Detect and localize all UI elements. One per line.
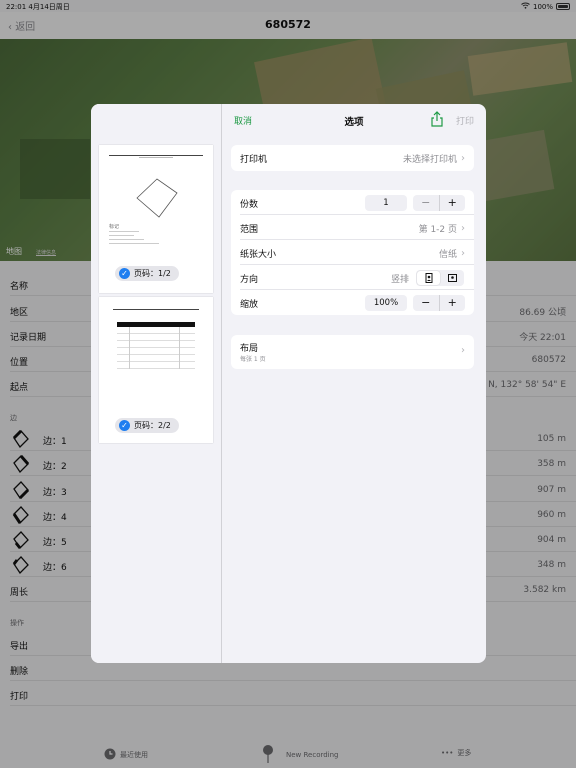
page-2-badge[interactable]: ✓ 页码：2/2 [115, 418, 179, 433]
share-icon[interactable] [430, 111, 444, 127]
scale-field[interactable]: 100% [365, 295, 407, 311]
plus-icon[interactable]: + [440, 195, 466, 211]
printer-card: 打印机 未选择打印机 › [231, 145, 474, 171]
layout-card[interactable]: 布局 每张 1 页 › [231, 335, 474, 369]
checkmark-icon: ✓ [119, 420, 130, 431]
print-dialog: 标记 ✓ 页码：1/2 ✓ 页码：2/2 取消 选项 打印 打印机 未选择打印机… [91, 104, 486, 663]
copies-stepper[interactable]: − + [413, 195, 465, 211]
portrait-icon[interactable] [417, 271, 440, 285]
checkmark-icon: ✓ [119, 268, 130, 279]
settings-card: 份数 1 − + 范围 第 1-2 页 › 纸张大小 信纸 › 方向 竖排 缩放… [231, 190, 474, 315]
printer-row[interactable]: 打印机 未选择打印机 › [231, 145, 474, 170]
minus-icon[interactable]: − [413, 195, 440, 211]
scale-stepper[interactable]: − + [413, 295, 465, 311]
minus-icon[interactable]: − [413, 295, 440, 311]
chevron-right-icon: › [461, 153, 465, 164]
range-row[interactable]: 范围 第 1-2 页 › [231, 215, 474, 240]
copies-row: 份数 1 − + [231, 190, 474, 215]
chevron-right-icon: › [461, 223, 465, 234]
chevron-right-icon: › [461, 345, 465, 356]
copies-field[interactable]: 1 [365, 195, 407, 211]
plus-icon[interactable]: + [440, 295, 466, 311]
preview-legend-label: 标记 [109, 224, 120, 230]
orientation-toggle[interactable] [416, 270, 464, 286]
chevron-right-icon: › [461, 248, 465, 259]
scale-row: 缩放 100% − + [231, 290, 474, 315]
paper-size-row[interactable]: 纸张大小 信纸 › [231, 240, 474, 265]
landscape-icon[interactable] [441, 271, 464, 285]
dialog-title: 选项 [344, 117, 364, 128]
print-options-pane: 取消 选项 打印 打印机 未选择打印机 › 份数 1 − + 范围 第 1-2 页 › [222, 104, 486, 663]
page-1-badge[interactable]: ✓ 页码：1/2 [115, 266, 179, 281]
orientation-row: 方向 竖排 [231, 265, 474, 290]
plot-shape-preview [136, 178, 178, 218]
print-button[interactable]: 打印 [456, 114, 474, 127]
print-preview-pane: 标记 ✓ 页码：1/2 ✓ 页码：2/2 [91, 104, 222, 663]
